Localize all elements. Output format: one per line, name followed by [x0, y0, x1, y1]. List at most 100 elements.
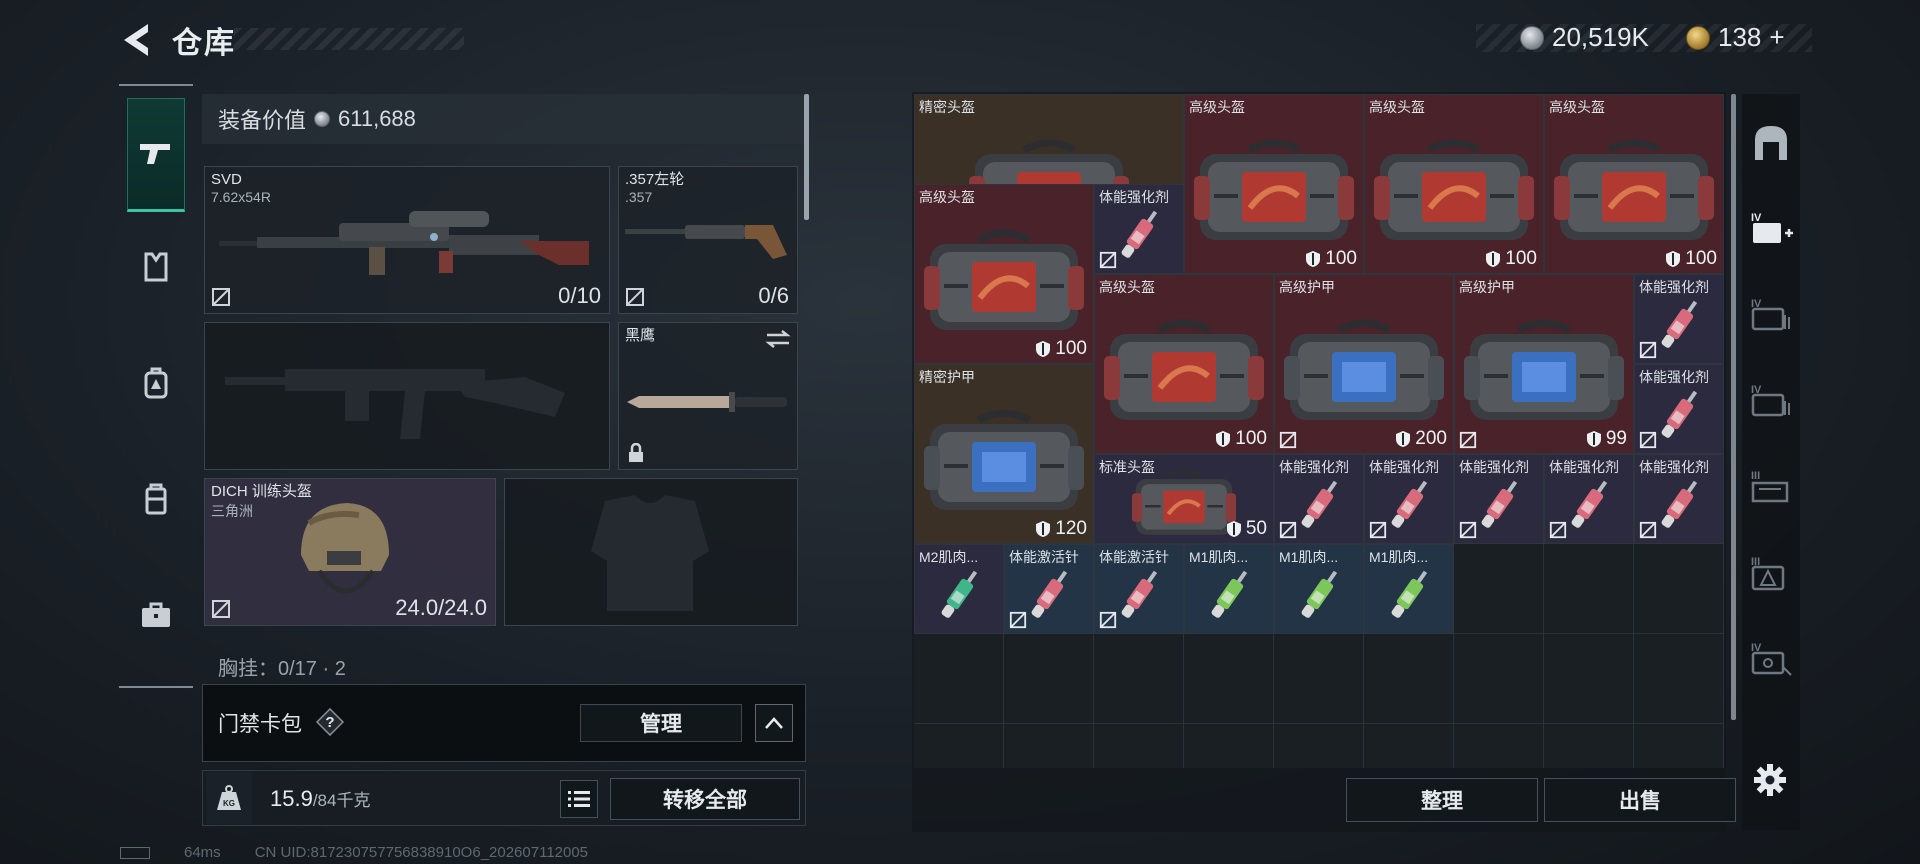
- grid-item[interactable]: 体能强化剂: [1634, 364, 1724, 454]
- grid-item[interactable]: 高级护甲 200: [1274, 274, 1454, 454]
- category-weapons[interactable]: [127, 98, 185, 212]
- syringe-icon: [1391, 480, 1428, 528]
- syringe-icon: [1661, 300, 1698, 348]
- grid-item[interactable]: M2肌肉...: [914, 544, 1004, 634]
- helmet-slot[interactable]: DICH 训练头盔 三角洲 24.0/24.0: [204, 478, 496, 626]
- syringe-icon: [1031, 570, 1068, 618]
- grid-item[interactable]: 体能强化剂: [1094, 184, 1184, 274]
- list-view-button[interactable]: [560, 780, 598, 818]
- melee-slot[interactable]: 黑鹰: [618, 322, 798, 470]
- item-name: M2肌肉...: [919, 549, 979, 565]
- tab-extension-2[interactable]: IV: [1746, 290, 1796, 340]
- not-insured-icon: [625, 287, 645, 307]
- tab-extension-4[interactable]: III: [1746, 462, 1796, 512]
- durability-value: 200: [1415, 428, 1447, 449]
- secondary-weapon-slot[interactable]: .357左轮 .357 0/6: [618, 166, 798, 314]
- weight-icon: KG: [206, 772, 252, 824]
- add-currency-icon[interactable]: +: [1769, 22, 1784, 53]
- grid-item[interactable]: 高级头盔 100: [1184, 94, 1364, 274]
- category-case[interactable]: [127, 586, 185, 644]
- not-insured-icon: [1459, 431, 1477, 449]
- swap-icon[interactable]: [765, 329, 791, 349]
- help-icon[interactable]: ?: [315, 707, 345, 737]
- empty-weapon-slot[interactable]: [204, 322, 610, 470]
- briefcase-icon: [142, 602, 170, 627]
- grid-item[interactable]: M1肌肉...: [1274, 544, 1364, 634]
- gold-coin-icon: [1686, 25, 1710, 50]
- list-icon: [568, 791, 590, 807]
- syringe-icon: [1571, 480, 1608, 528]
- syringe-icon: [1481, 480, 1518, 528]
- item-name: M1肌肉...: [1189, 549, 1249, 565]
- durability: 24.0/24.0: [395, 595, 487, 620]
- grid-item[interactable]: 体能激活针: [1004, 544, 1094, 634]
- currency-silver: 20,519K: [1520, 22, 1649, 53]
- durability-value: 100: [1505, 248, 1537, 269]
- chest-rig-label: 胸挂：0/17 · 2: [218, 658, 346, 680]
- helmet-bag-icon: [1104, 319, 1264, 421]
- grid-item[interactable]: 高级头盔 100: [1544, 94, 1724, 274]
- currency-gold[interactable]: 138 +: [1686, 22, 1785, 53]
- storage-scrollbar[interactable]: [1731, 94, 1736, 720]
- tab-extension-3[interactable]: IV: [1746, 376, 1796, 426]
- tab-extension-1[interactable]: IV: [1746, 204, 1796, 254]
- silver-coin-icon: [314, 111, 331, 127]
- durability-value: 120: [1055, 518, 1087, 539]
- grid-item[interactable]: M1肌肉...: [1184, 544, 1274, 634]
- grid-item[interactable]: M1肌肉...: [1364, 544, 1454, 634]
- syringe-icon: [1391, 570, 1428, 618]
- category-rig[interactable]: [127, 470, 185, 528]
- grid-item[interactable]: 体能强化剂: [1274, 454, 1364, 544]
- helmet-bag-icon: [924, 229, 1084, 331]
- sell-button[interactable]: 出售: [1544, 778, 1736, 822]
- svg-text:KG: KG: [223, 799, 235, 808]
- manage-button[interactable]: 管理: [580, 704, 742, 742]
- grid-item[interactable]: 高级头盔 100: [1094, 274, 1274, 454]
- item-name: 体能强化剂: [1639, 459, 1709, 475]
- grid-item[interactable]: 体能激活针: [1094, 544, 1184, 634]
- grid-item[interactable]: 体能强化剂: [1454, 454, 1544, 544]
- grid-item[interactable]: 高级头盔 100: [914, 184, 1094, 364]
- item-name: 精密护甲: [919, 369, 975, 385]
- grid-item[interactable]: 高级护甲 99: [1454, 274, 1634, 454]
- chevron-up-icon: [765, 717, 783, 729]
- item-name: 精密头盔: [919, 99, 975, 115]
- grid-item[interactable]: 体能强化剂: [1634, 274, 1724, 364]
- grid-item[interactable]: 精密护甲 120: [914, 364, 1094, 544]
- transfer-all-button[interactable]: 转移全部: [610, 778, 800, 820]
- item-name: 高级护甲: [1459, 279, 1515, 295]
- syringe-icon: [1211, 570, 1248, 618]
- grid-item[interactable]: 体能强化剂: [1634, 454, 1724, 544]
- not-insured-icon: [1279, 521, 1297, 539]
- collapse-button[interactable]: [755, 704, 793, 742]
- tab-extension-5[interactable]: III: [1746, 548, 1796, 598]
- settings-button[interactable]: [1748, 758, 1792, 802]
- armor-shield-icon: [1306, 251, 1321, 267]
- vest-icon: [144, 252, 168, 282]
- grid-item[interactable]: 体能强化剂: [1364, 454, 1454, 544]
- grid-item[interactable]: 高级头盔 100: [1364, 94, 1544, 274]
- armor-bag-icon: [1464, 319, 1624, 421]
- equipment-value-label: 装备价值: [218, 108, 307, 133]
- back-button[interactable]: [118, 20, 154, 60]
- knife-icon: [627, 392, 787, 412]
- primary-weapon-slot[interactable]: SVD 7.62x54R 0/10: [204, 166, 610, 314]
- tab-main-storage[interactable]: [1746, 118, 1796, 168]
- grid-item[interactable]: 标准头盔 50: [1094, 454, 1274, 544]
- armor-shield-icon: [1036, 521, 1051, 537]
- equipment-value-bar: 装备价值 611,688: [202, 94, 806, 144]
- svg-text:IV: IV: [1751, 212, 1762, 224]
- backpack-icon: [144, 367, 168, 399]
- category-vest[interactable]: [127, 238, 185, 296]
- sort-button[interactable]: 整理: [1346, 778, 1538, 822]
- tab-extension-6[interactable]: IV: [1746, 634, 1796, 684]
- not-insured-icon: [1549, 521, 1567, 539]
- slot-subtitle: 三角洲: [211, 503, 253, 519]
- category-backpack[interactable]: [127, 354, 185, 412]
- armor-slot[interactable]: [504, 478, 798, 626]
- helmet-bag-icon: [1194, 139, 1354, 241]
- equipment-scrollbar[interactable]: [804, 94, 809, 220]
- item-name: 高级头盔: [1099, 279, 1155, 295]
- grid-item[interactable]: 体能强化剂: [1544, 454, 1634, 544]
- not-insured-icon: [1639, 431, 1657, 449]
